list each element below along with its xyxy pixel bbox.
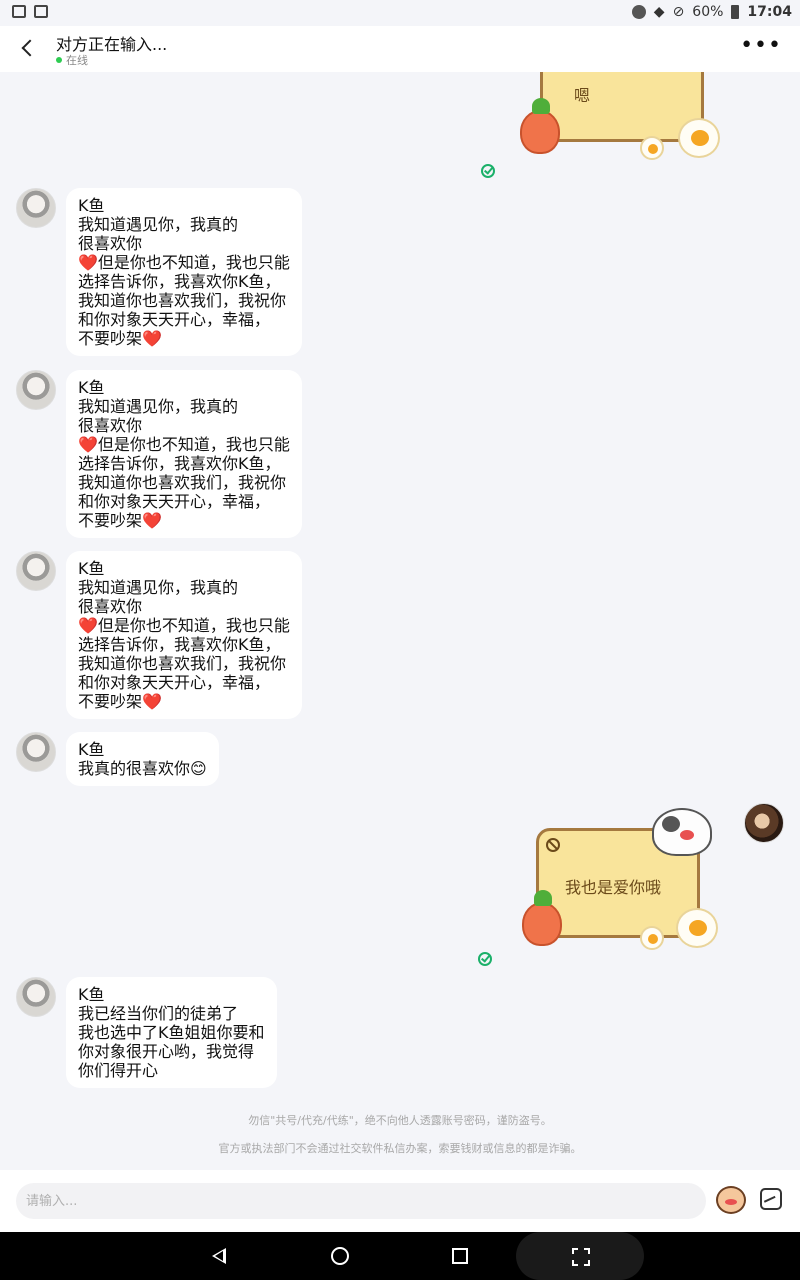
message-bubble[interactable]: K鱼 我知道遇见你，我真的 很喜欢你 ❤️但是你也不知道，我也只能 选择告诉你，… (66, 370, 302, 538)
sticker-message[interactable]: 嗯 (520, 72, 724, 182)
clock: 17:04 (747, 4, 792, 20)
message-line: 我知道你也喜欢我们，我祝你 (78, 473, 287, 492)
system-nav-bar (0, 1232, 800, 1280)
message-line: 很喜欢你 (78, 234, 143, 253)
message-line: 和你对象天天开心，幸福， (78, 673, 271, 692)
online-label: 在线 (66, 54, 88, 67)
message-line: 很喜欢你 (78, 416, 143, 435)
message-line: 我知道你也喜欢我们，我祝你 (78, 654, 287, 673)
egg-icon (678, 118, 720, 158)
chat-header: 对方正在输入... 在线 ••• (0, 26, 800, 72)
message-line: 选择告诉你，我喜欢你K鱼， (78, 635, 281, 654)
back-button[interactable] (14, 34, 42, 62)
online-dot-icon (56, 57, 62, 63)
gallery-notification-icon (12, 5, 26, 18)
message-line: 和你对象天天开心，幸福， (78, 310, 271, 329)
message-line: ❤️但是你也不知道，我也只能 (78, 616, 290, 635)
message-line: 选择告诉你，我喜欢你K鱼， (78, 454, 281, 473)
message-line: ❤️但是你也不知道，我也只能 (78, 253, 290, 272)
message-bubble[interactable]: K鱼 我已经当你们的徒弟了 我也选中了K鱼姐姐你要和 你对象很开心哟，我觉得 你… (66, 977, 277, 1088)
sender-name: K鱼 (78, 196, 105, 215)
egg-icon (676, 908, 718, 948)
sticker-message[interactable]: 我也是爱你哦 (516, 802, 720, 952)
input-bar (0, 1170, 800, 1232)
message-line: 你们得开心 (78, 1061, 159, 1080)
message-line: 不要吵架❤️ (78, 329, 162, 348)
message-line: 我已经当你们的徒弟了 (78, 1004, 239, 1023)
message-line: 你对象很开心哟，我觉得 (78, 1042, 255, 1061)
no-sim-icon: ⊘ (672, 4, 685, 20)
message-line: 不要吵架❤️ (78, 511, 162, 530)
read-check-icon (481, 164, 495, 178)
nav-back-icon[interactable] (212, 1248, 226, 1264)
fraud-notice: 官方或执法部门不会通过社交软件私信办案，索要钱财或信息的都是诈骗。 (218, 1142, 582, 1155)
message-bubble[interactable]: K鱼 我真的很喜欢你😊 (66, 732, 219, 786)
message-bubble[interactable]: K鱼 我知道遇见你，我真的 很喜欢你 ❤️但是你也不知道，我也只能 选择告诉你，… (66, 551, 302, 719)
avatar[interactable] (16, 551, 56, 591)
carrot-icon (520, 98, 560, 154)
status-right: ◆ ⊘ 60% 17:04 (631, 4, 792, 20)
message-line: 我真的很喜欢你😊 (78, 759, 207, 778)
message-line: 和你对象天天开心，幸福， (78, 492, 271, 511)
dnd-icon (631, 5, 646, 19)
activity-notification-icon (34, 5, 48, 18)
sender-name: K鱼 (78, 559, 105, 578)
avatar[interactable] (16, 977, 56, 1017)
battery-percent: 60% (692, 4, 724, 20)
battery-icon (731, 5, 740, 19)
message-line: 我知道遇见你，我真的 (78, 578, 239, 597)
sender-name: K鱼 (78, 985, 105, 1004)
more-options-button[interactable]: ••• (740, 35, 782, 57)
carrot-icon (522, 890, 562, 946)
sticker-text: 嗯 (573, 86, 590, 105)
cat-icon (652, 808, 712, 856)
wifi-icon: ◆ (653, 4, 665, 20)
egg-icon (640, 136, 664, 160)
avatar[interactable] (16, 188, 56, 228)
nav-home-icon[interactable] (331, 1247, 349, 1265)
emoji-sticker-button[interactable] (716, 1186, 746, 1214)
avatar[interactable] (16, 732, 56, 772)
online-status: 在线 (56, 52, 88, 68)
message-line: ❤️但是你也不知道，我也只能 (78, 435, 290, 454)
message-bubble[interactable]: K鱼 我知道遇见你，我真的 很喜欢你 ❤️但是你也不知道，我也只能 选择告诉你，… (66, 188, 302, 356)
message-line: 我知道遇见你，我真的 (78, 215, 239, 234)
ban-icon (546, 838, 560, 852)
message-line: 选择告诉你，我喜欢你K鱼， (78, 272, 281, 291)
message-line: 我知道遇见你，我真的 (78, 397, 239, 416)
chat-messages[interactable]: 嗯 K鱼 我知道遇见你，我真的 很喜欢你 ❤️但是你也不知道，我也只能 选择告诉… (0, 72, 800, 1170)
message-line: 我知道你也喜欢我们，我祝你 (78, 291, 287, 310)
status-bar: ◆ ⊘ 60% 17:04 (0, 0, 800, 26)
avatar[interactable] (16, 370, 56, 410)
nav-screenshot-icon[interactable] (516, 1232, 644, 1280)
read-check-icon (478, 952, 492, 966)
sender-name: K鱼 (78, 378, 105, 397)
nav-recents-icon[interactable] (452, 1248, 468, 1264)
message-input[interactable] (16, 1183, 706, 1219)
message-line: 不要吵架❤️ (78, 692, 162, 711)
my-avatar[interactable] (744, 803, 784, 843)
security-notice: 勿信"共号/代充/代练"，绝不向他人透露账号密码，谨防盗号。 (248, 1114, 552, 1127)
message-line: 很喜欢你 (78, 597, 143, 616)
message-line: 我也选中了K鱼姐姐你要和 (78, 1023, 265, 1042)
sender-name: K鱼 (78, 740, 105, 759)
image-button[interactable] (760, 1188, 782, 1210)
egg-icon (640, 926, 664, 950)
